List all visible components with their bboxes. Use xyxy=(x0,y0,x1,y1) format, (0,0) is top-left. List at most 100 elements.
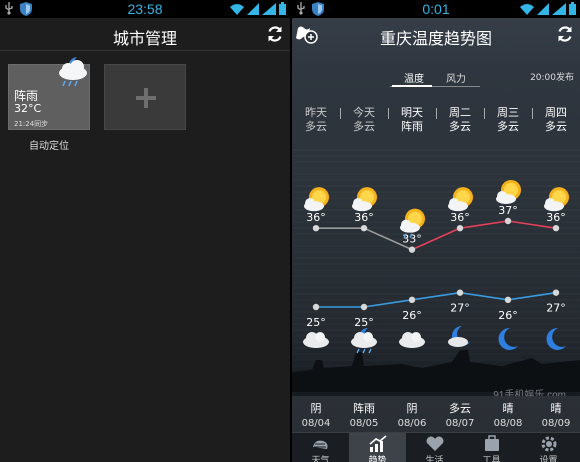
high-temp-point xyxy=(504,217,512,225)
chart-tabs: 温度 风力 xyxy=(390,68,480,88)
forecast-date: 08/06 xyxy=(397,418,427,429)
low-temp-label: 25° xyxy=(354,316,374,329)
nav-label: 天气 xyxy=(311,456,330,462)
battery-icon xyxy=(569,2,576,15)
night-condition: 阵雨 xyxy=(353,402,375,415)
day-condition: 多云 xyxy=(449,120,471,133)
cloud-icon xyxy=(303,332,329,348)
wifi-icon xyxy=(520,3,534,15)
sun-cloud-icon xyxy=(304,187,329,212)
high-temp-point xyxy=(552,224,560,232)
day-condition: 多云 xyxy=(545,120,567,133)
wifi-icon xyxy=(230,3,244,15)
high-temp-point xyxy=(408,246,416,253)
add-city-button[interactable] xyxy=(104,64,186,130)
sun-cloud-icon xyxy=(352,187,377,212)
high-temp-label: 36° xyxy=(306,211,326,224)
nav-weather[interactable]: 天气 xyxy=(292,433,349,462)
status-bar: 0:01 xyxy=(292,0,580,18)
weather-icon xyxy=(313,440,328,449)
high-temp-point xyxy=(360,224,368,232)
low-temp-label: 26° xyxy=(498,309,518,322)
high-temp-label: 37° xyxy=(498,204,518,217)
day-label: 周四 xyxy=(545,106,567,119)
day-header-row: 昨天 多云 今天 多云 明天 阵雨 周二 多云 周三 多云 周四 多云 xyxy=(292,106,580,138)
tab-temperature[interactable]: 温度 xyxy=(404,70,424,85)
day-label: 明天 xyxy=(401,106,423,119)
city-sync-time: 21:24同步 xyxy=(14,120,49,128)
refresh-icon[interactable] xyxy=(556,25,574,43)
temperature-trend-screen: 36° 36° 33° 36° 37° 36° 25° 25° 26° 27° 26° 27° 0:0… xyxy=(292,0,580,462)
day-label: 今天 xyxy=(353,106,375,119)
tools-icon xyxy=(485,435,499,451)
moon-icon xyxy=(546,327,566,350)
trend-icon xyxy=(369,435,387,452)
page-title: 城市管理 xyxy=(112,29,177,48)
header-bar: 重庆温度趋势图 xyxy=(292,18,580,51)
nav-label: 工具 xyxy=(482,456,501,462)
day-condition: 多云 xyxy=(497,120,519,133)
tab-wind[interactable]: 风力 xyxy=(446,70,466,85)
nav-life[interactable]: 生活 xyxy=(406,433,463,462)
publish-time: 20:00发布 xyxy=(530,73,574,83)
cloud-icon xyxy=(399,332,425,348)
sun-cloud-icon xyxy=(448,187,473,212)
sun-cloud-icon xyxy=(496,180,521,204)
city-card[interactable]: 阵雨 32°C 21:24同步 xyxy=(8,57,90,130)
night-forecast-row: 阴 08/04 阵雨 08/05 阴 08/06 多云 08/07 晴 08/08 晴 08… xyxy=(292,396,580,432)
low-temp-point xyxy=(552,289,560,296)
high-temp-point xyxy=(456,224,464,232)
signal-icon xyxy=(247,2,259,15)
day-condition: 多云 xyxy=(305,120,327,133)
nav-label: 设置 xyxy=(539,456,558,462)
night-condition: 多云 xyxy=(449,402,471,415)
status-bar: 23:58 xyxy=(0,0,290,18)
city-temperature: 32°C xyxy=(14,102,42,115)
low-temp-label: 27° xyxy=(450,302,470,315)
nav-label: 趋势 xyxy=(368,456,387,462)
heart-icon xyxy=(426,436,444,451)
nav-settings[interactable]: 设置 xyxy=(520,433,577,462)
low-temp-point xyxy=(312,303,320,311)
day-label: 周二 xyxy=(449,106,471,119)
day-condition: 多云 xyxy=(353,120,375,133)
night-condition: 晴 xyxy=(550,402,562,415)
battery-icon xyxy=(279,2,286,15)
page-title: 重庆温度趋势图 xyxy=(379,29,492,48)
day-condition: 阵雨 xyxy=(401,120,423,133)
signal-2-icon xyxy=(552,2,566,15)
refresh-icon[interactable] xyxy=(266,25,284,43)
sun-cloud-icon xyxy=(544,187,569,212)
active-tab-indicator xyxy=(392,85,432,87)
forecast-date: 08/07 xyxy=(445,418,475,429)
low-temp-label: 25° xyxy=(306,316,326,329)
nav-label: 生活 xyxy=(425,456,444,462)
city-location-label: 自动定位 xyxy=(29,141,69,152)
high-temp-line xyxy=(411,220,557,251)
high-temp-point xyxy=(312,224,320,232)
high-temp-label: 36° xyxy=(450,211,470,224)
high-temp-label: 36° xyxy=(546,211,566,224)
signal-icon xyxy=(537,2,549,15)
rain-cloud-night-icon xyxy=(59,57,87,87)
low-temp-label: 27° xyxy=(546,302,566,315)
forecast-date: 08/04 xyxy=(301,418,331,429)
low-temp-point xyxy=(408,296,416,304)
forecast-date: 08/09 xyxy=(541,418,571,429)
forecast-date: 08/05 xyxy=(349,418,379,429)
night-condition: 晴 xyxy=(502,402,514,415)
rain-cloud-night-icon xyxy=(351,327,377,354)
low-temp-point xyxy=(360,303,368,311)
high-temp-label: 36° xyxy=(354,211,374,224)
low-temp-point xyxy=(456,289,464,296)
header-bar: 城市管理 xyxy=(0,18,290,51)
signal-2-icon xyxy=(262,2,276,15)
settings-icon xyxy=(541,436,557,452)
low-temp-point xyxy=(504,296,512,304)
moon-icon xyxy=(498,327,518,350)
low-temp-label: 26° xyxy=(402,309,422,322)
bottom-navigation: 天气 趋势 生活 工具 设置 xyxy=(292,432,580,462)
nav-trend[interactable]: 趋势 xyxy=(349,433,406,462)
nav-tools[interactable]: 工具 xyxy=(463,433,520,462)
forecast-date: 08/08 xyxy=(493,418,523,429)
